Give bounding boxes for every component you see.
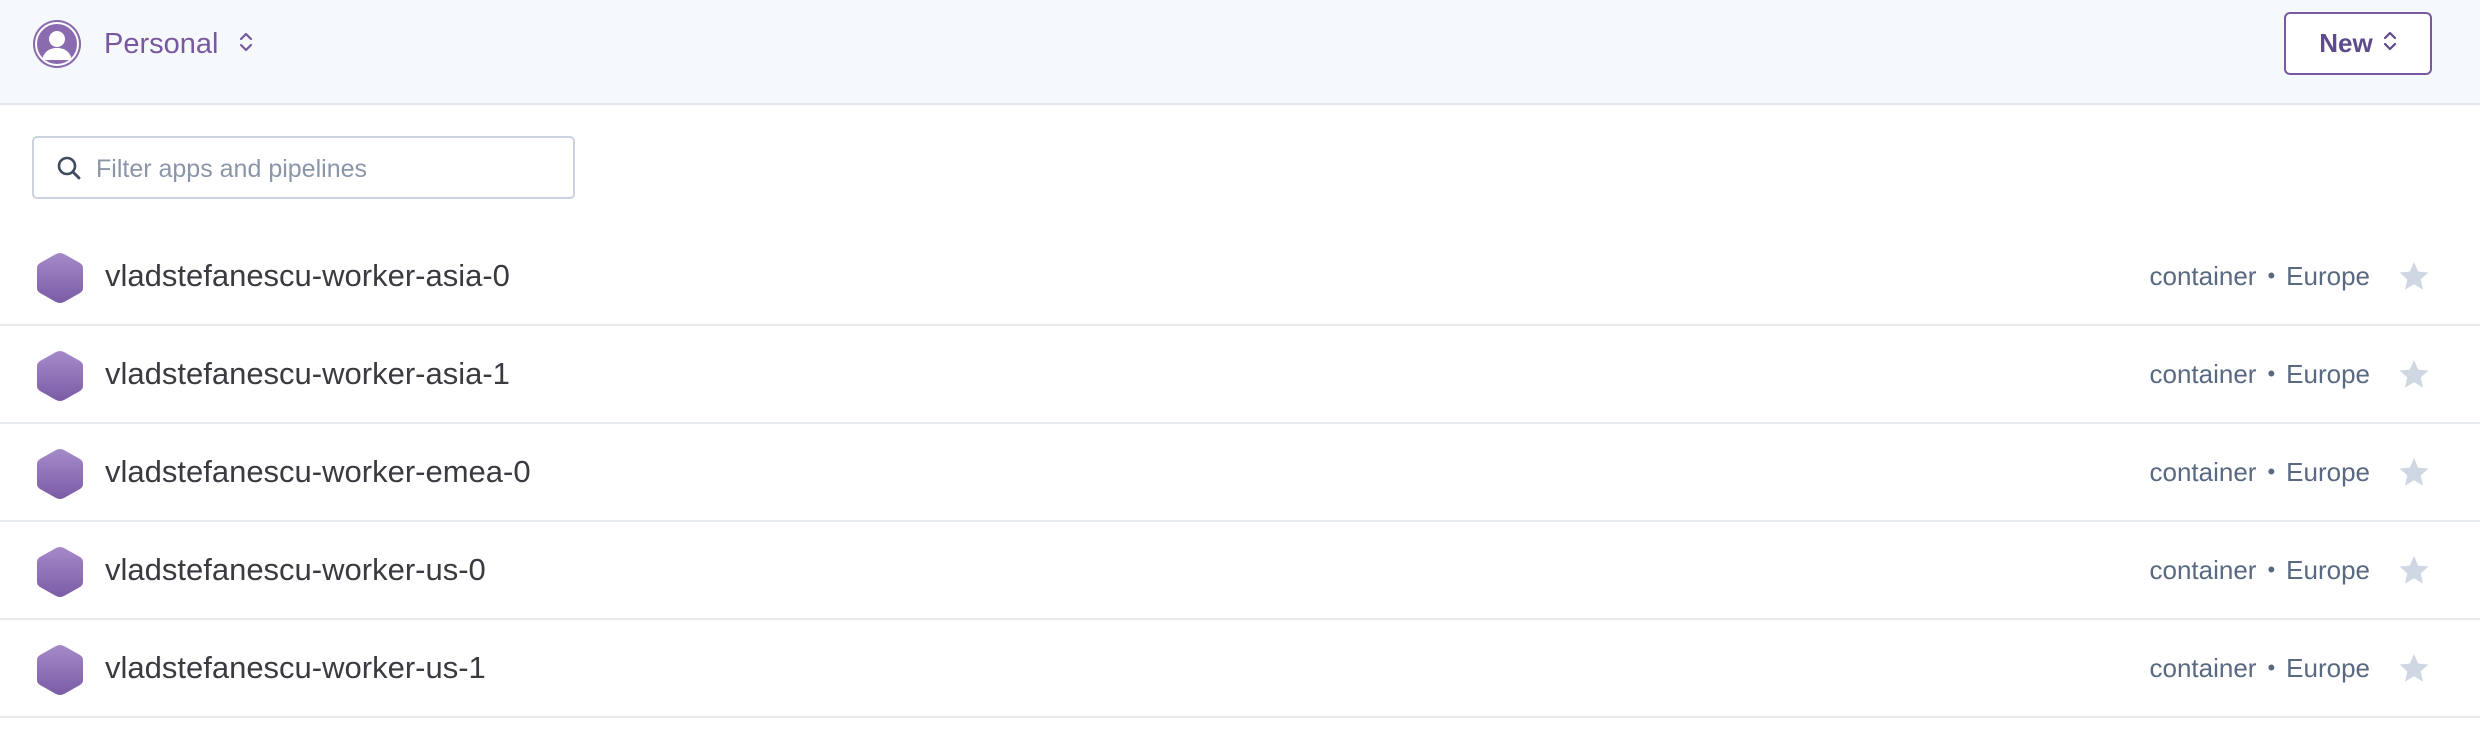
header: Personal New [0,0,2480,105]
app-stack: container [2149,359,2257,389]
app-row[interactable]: vladstefanescu-worker-us-1 container • E… [0,620,2480,718]
app-region: Europe [2286,457,2370,487]
app-name[interactable]: vladstefanescu-worker-us-1 [105,620,486,716]
new-button[interactable]: New [2284,12,2432,75]
app-name[interactable]: vladstefanescu-worker-asia-1 [105,326,510,422]
hexagon-app-icon [35,349,85,408]
star-icon[interactable] [2398,652,2430,689]
separator: • [2267,655,2276,680]
app-name[interactable]: vladstefanescu-worker-us-0 [105,522,486,618]
search-icon [56,155,82,186]
filter-box [32,136,575,199]
account-switcher[interactable]: Personal [33,20,254,68]
star-icon[interactable] [2398,456,2430,493]
app-meta: container • Europe [2149,424,2370,520]
hexagon-app-icon [35,251,85,310]
app-region: Europe [2286,261,2370,291]
hexagon-app-icon [35,643,85,702]
star-icon[interactable] [2398,554,2430,591]
app-region: Europe [2286,653,2370,683]
app-stack: container [2149,653,2257,683]
app-stack: container [2149,457,2257,487]
app-list: vladstefanescu-worker-asia-0 container •… [0,228,2480,718]
app-name[interactable]: vladstefanescu-worker-asia-0 [105,228,510,324]
separator: • [2267,459,2276,484]
chevron-up-down-icon [238,30,254,59]
chevron-up-down-icon [2383,28,2397,59]
user-avatar-icon [33,20,81,68]
app-row[interactable]: vladstefanescu-worker-asia-0 container •… [0,228,2480,326]
hexagon-app-icon [35,447,85,506]
app-row[interactable]: vladstefanescu-worker-us-0 container • E… [0,522,2480,620]
app-region: Europe [2286,555,2370,585]
separator: • [2267,361,2276,386]
star-icon[interactable] [2398,358,2430,395]
app-meta: container • Europe [2149,522,2370,618]
star-icon[interactable] [2398,260,2430,297]
separator: • [2267,557,2276,582]
app-row[interactable]: vladstefanescu-worker-emea-0 container •… [0,424,2480,522]
separator: • [2267,263,2276,288]
account-name: Personal [104,27,219,60]
app-stack: container [2149,261,2257,291]
app-region: Europe [2286,359,2370,389]
filter-input[interactable] [94,146,558,192]
app-meta: container • Europe [2149,326,2370,422]
new-button-label: New [2319,28,2373,58]
hexagon-app-icon [35,545,85,604]
app-row[interactable]: vladstefanescu-worker-asia-1 container •… [0,326,2480,424]
app-stack: container [2149,555,2257,585]
app-meta: container • Europe [2149,620,2370,716]
app-name[interactable]: vladstefanescu-worker-emea-0 [105,424,531,520]
app-meta: container • Europe [2149,228,2370,324]
